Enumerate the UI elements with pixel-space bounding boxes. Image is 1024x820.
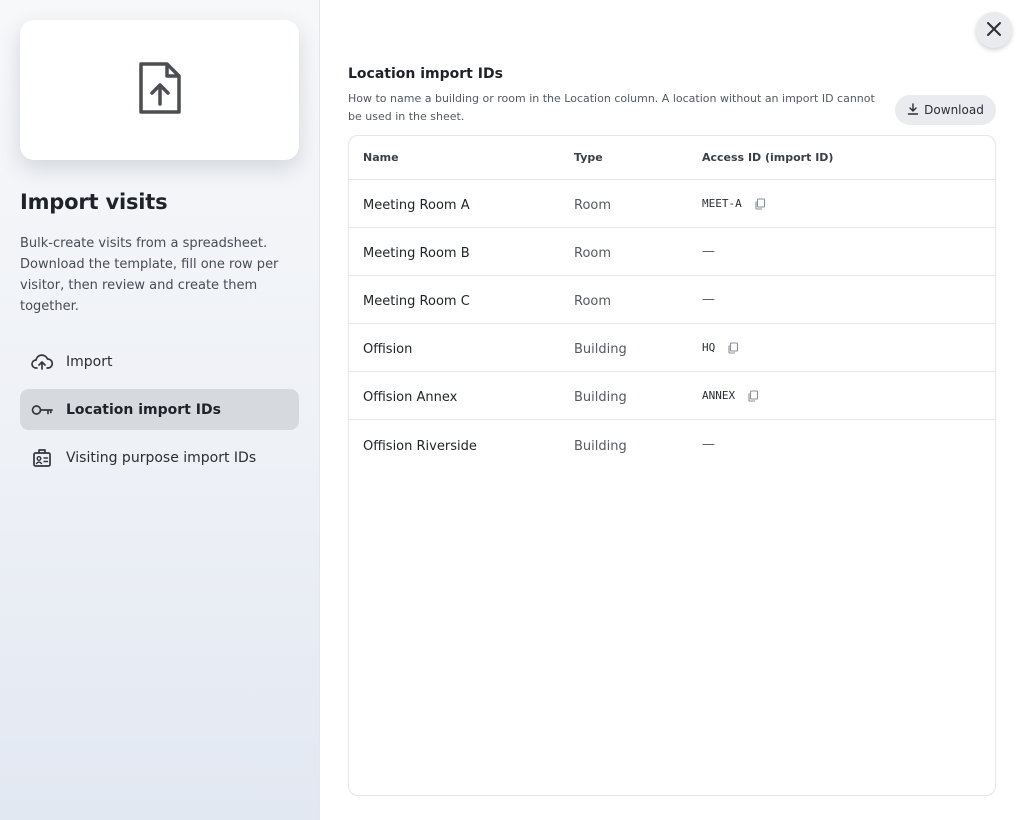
download-icon — [907, 102, 919, 118]
copy-icon[interactable] — [751, 195, 769, 213]
table-row: Offision Annex Building ANNEX — [349, 372, 995, 420]
location-name: Offision Riverside — [363, 438, 477, 454]
access-id: HQ — [702, 341, 716, 354]
sidebar-item-visiting-purpose-import-ids[interactable]: Visiting purpose import IDs — [20, 437, 299, 478]
table-row: Offision Building HQ — [349, 324, 995, 372]
copy-icon[interactable] — [724, 339, 742, 357]
access-id-empty: — — [702, 244, 715, 259]
location-import-table: Name Type Access ID (import ID) Meeting … — [348, 135, 996, 796]
download-label: Download — [924, 103, 984, 117]
location-name: Meeting Room A — [363, 198, 470, 213]
column-header-access-id: Access ID (import ID) — [702, 151, 834, 164]
table-header: Name Type Access ID (import ID) — [349, 136, 995, 180]
location-type: Building — [574, 390, 627, 405]
copy-icon[interactable] — [744, 387, 762, 405]
file-upload-icon — [137, 60, 183, 120]
table-row: Meeting Room B Room — — [349, 228, 995, 276]
location-type: Building — [574, 438, 627, 454]
location-name: Meeting Room B — [363, 246, 470, 261]
download-button[interactable]: Download — [895, 95, 996, 125]
access-id: ANNEX — [702, 389, 736, 402]
table-row: Meeting Room C Room — — [349, 276, 995, 324]
column-header-name: Name — [363, 151, 399, 164]
location-type: Building — [574, 342, 627, 357]
location-name: Offision — [363, 342, 413, 357]
location-name: Offision Annex — [363, 390, 458, 405]
cloud-upload-icon — [31, 351, 53, 373]
page-description: Bulk-create visits from a spreadsheet. D… — [20, 236, 279, 314]
access-id-empty: — — [702, 436, 715, 452]
sidebar-item-import[interactable]: Import — [20, 341, 299, 382]
location-name: Meeting Room C — [363, 294, 470, 309]
location-type: Room — [574, 294, 612, 309]
access-id: MEET-A — [702, 197, 742, 210]
key-icon — [31, 399, 53, 421]
panel-description: How to name a building or room in the Lo… — [348, 92, 875, 123]
sidebar-item-label: Import — [66, 353, 113, 370]
sidebar-item-label: Location import IDs — [66, 401, 221, 418]
column-header-type: Type — [574, 151, 603, 164]
location-type: Room — [574, 246, 612, 261]
panel-title: Location import IDs — [348, 66, 503, 82]
sidebar-item-label: Visiting purpose import IDs — [66, 449, 257, 466]
location-type: Room — [574, 198, 612, 213]
table-row: Offision Riverside Building — — [349, 420, 995, 468]
close-icon — [986, 21, 1002, 40]
table-row: Meeting Room A Room MEET-A — [349, 180, 995, 228]
badge-icon — [31, 447, 53, 469]
sidebar: Import visits Bulk-create visits from a … — [0, 0, 320, 820]
hero-card — [20, 20, 299, 160]
page-title: Import visits — [20, 190, 168, 214]
sidebar-item-location-import-ids[interactable]: Location import IDs — [20, 389, 299, 430]
access-id-empty: — — [702, 292, 715, 307]
sidebar-nav: Import Location import IDs Visiting purp… — [20, 341, 299, 485]
close-button[interactable] — [976, 12, 1012, 48]
